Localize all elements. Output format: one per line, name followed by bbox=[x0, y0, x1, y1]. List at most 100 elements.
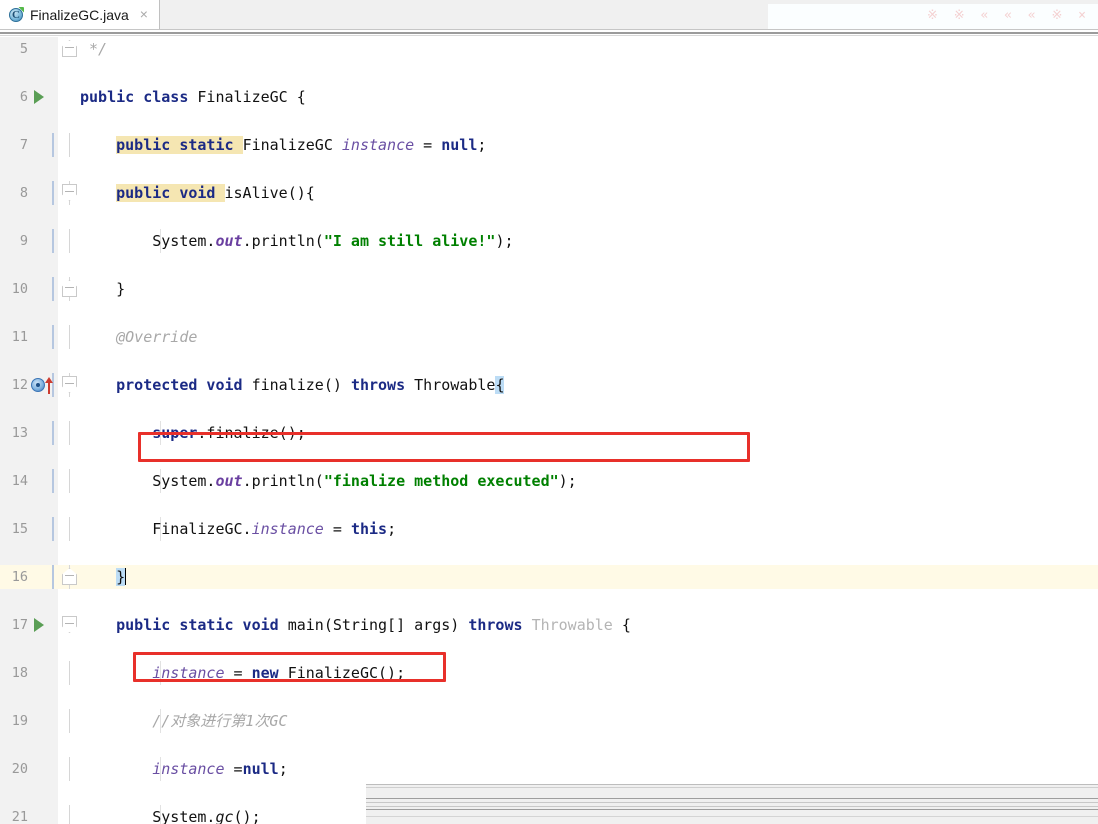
code-token: public void bbox=[116, 184, 225, 202]
fold-marker-down-icon[interactable] bbox=[62, 376, 79, 394]
method-scope-bar bbox=[52, 565, 54, 589]
code-token: FinalizeGC { bbox=[197, 88, 306, 106]
code-text[interactable]: public static void main(String[] args) t… bbox=[80, 613, 631, 637]
code-line-19[interactable]: 19 //对象进行第1次GC bbox=[0, 709, 1098, 733]
code-line-6[interactable]: 6 public class FinalizeGC { bbox=[0, 85, 1098, 109]
code-token: { bbox=[495, 376, 505, 394]
code-token: } bbox=[80, 280, 126, 298]
java-class-file-icon: C bbox=[8, 6, 24, 23]
code-line-17[interactable]: 17 public static void main(String[] args… bbox=[0, 613, 1098, 637]
scrollbar-thumb[interactable] bbox=[366, 798, 1098, 810]
code-text[interactable]: instance = new FinalizeGC(); bbox=[80, 661, 405, 685]
code-line-10[interactable]: 10 } bbox=[0, 277, 1098, 301]
code-text[interactable]: //对象进行第1次GC bbox=[80, 709, 287, 733]
code-token: System. bbox=[80, 232, 216, 250]
line-number: 21 bbox=[11, 809, 28, 824]
run-marker-icon[interactable] bbox=[33, 90, 47, 104]
method-scope-bar bbox=[52, 469, 54, 493]
code-line-5[interactable]: 5 */ bbox=[0, 37, 1098, 61]
fold-marker-down-icon[interactable] bbox=[62, 616, 79, 634]
method-scope-bar bbox=[52, 133, 54, 157]
code-token: = bbox=[414, 136, 442, 154]
line-number: 9 bbox=[19, 233, 28, 249]
code-text[interactable]: public void isAlive(){ bbox=[80, 181, 315, 205]
code-token: FinalizeGC bbox=[242, 136, 342, 154]
code-line-15[interactable]: 15 FinalizeGC.instance = this; bbox=[0, 517, 1098, 541]
code-token: System. bbox=[80, 808, 216, 824]
code-text[interactable]: FinalizeGC.instance = this; bbox=[80, 517, 396, 541]
code-line-20[interactable]: 20 instance =null; bbox=[0, 757, 1098, 781]
code-text[interactable]: instance =null; bbox=[80, 757, 287, 781]
code-token: "finalize method executed" bbox=[323, 472, 559, 490]
line-number: 10 bbox=[11, 281, 28, 297]
code-text[interactable]: System.out.println("finalize method exec… bbox=[80, 469, 576, 493]
code-line-9[interactable]: 9 System.out.println("I am still alive!"… bbox=[0, 229, 1098, 253]
horizontal-scrollbar[interactable] bbox=[366, 784, 1098, 824]
code-token: public class bbox=[80, 88, 198, 106]
text-caret bbox=[125, 568, 127, 585]
code-token: */ bbox=[89, 40, 108, 58]
code-token: instance bbox=[251, 520, 324, 538]
line-number: 11 bbox=[11, 329, 28, 345]
line-number: 14 bbox=[11, 473, 28, 489]
override-method-icon[interactable] bbox=[31, 377, 53, 394]
code-text[interactable]: System.out.println("I am still alive!"); bbox=[80, 229, 514, 253]
fold-marker-up-icon[interactable] bbox=[62, 568, 79, 586]
code-token: .println( bbox=[242, 472, 324, 490]
code-text[interactable]: */ bbox=[80, 37, 107, 61]
code-text[interactable]: protected void finalize() throws Throwab… bbox=[80, 373, 505, 397]
code-text[interactable]: System.gc(); bbox=[80, 805, 260, 824]
code-token: public static bbox=[116, 136, 243, 154]
ide-editor-window: ※ ※ « « « ※ × C FinalizeGC.java × 5 */ 6 p… bbox=[0, 0, 1098, 824]
run-marker-icon[interactable] bbox=[33, 618, 47, 632]
code-token: instance bbox=[341, 136, 415, 154]
editor-overview-strip[interactable]: ※ ※ « « « ※ × bbox=[768, 4, 1098, 30]
fold-connector-line bbox=[69, 469, 70, 493]
code-line-12[interactable]: 12 protected void finalize() throws Thro… bbox=[0, 373, 1098, 397]
code-token: null bbox=[242, 760, 279, 778]
code-line-8[interactable]: 8 public void isAlive(){ bbox=[0, 181, 1098, 205]
code-text[interactable]: @Override bbox=[80, 325, 197, 349]
code-token: Throwable bbox=[414, 376, 496, 394]
fold-marker-down-icon[interactable] bbox=[62, 184, 79, 202]
code-token: ; bbox=[387, 520, 397, 538]
code-text[interactable]: super.finalize(); bbox=[80, 421, 306, 445]
code-token: = bbox=[323, 520, 351, 538]
code-line-16[interactable]: 16 } bbox=[0, 565, 1098, 589]
overview-ghost-markers: ※ ※ « « « ※ × bbox=[927, 8, 1090, 23]
code-token: throws bbox=[468, 616, 532, 634]
code-line-11[interactable]: 11 @Override bbox=[0, 325, 1098, 349]
code-line-14[interactable]: 14 System.out.println("finalize method e… bbox=[0, 469, 1098, 493]
code-text[interactable]: public class FinalizeGC { bbox=[80, 85, 306, 109]
code-text[interactable]: } bbox=[80, 565, 127, 589]
code-line-7[interactable]: 7 public static FinalizeGC instance = nu… bbox=[0, 133, 1098, 157]
fold-connector-line bbox=[69, 421, 70, 445]
fold-connector-line bbox=[69, 517, 70, 541]
close-icon[interactable]: × bbox=[137, 7, 151, 22]
code-token: instance bbox=[152, 664, 225, 682]
code-text[interactable]: } bbox=[80, 277, 125, 301]
fold-marker-up-icon[interactable] bbox=[62, 280, 79, 298]
tabbar-divider-3 bbox=[0, 35, 1098, 36]
editor-tab-finalizegc[interactable]: C FinalizeGC.java × bbox=[0, 0, 160, 30]
code-token: = bbox=[224, 664, 252, 682]
method-scope-bar bbox=[52, 229, 54, 253]
scrollbar-track-line-top bbox=[366, 784, 1098, 785]
code-text[interactable]: public static FinalizeGC instance = null… bbox=[80, 133, 486, 157]
code-line-18[interactable]: 18 instance = new FinalizeGC(); bbox=[0, 661, 1098, 685]
code-token: FinalizeGC. bbox=[80, 520, 252, 538]
code-line-13[interactable]: 13 super.finalize(); bbox=[0, 421, 1098, 445]
code-editor[interactable]: 5 */ 6 public class FinalizeGC { 7 public s… bbox=[0, 37, 1098, 824]
fold-connector-line bbox=[69, 757, 70, 781]
code-token: ); bbox=[495, 232, 514, 250]
code-token: finalize() bbox=[251, 376, 351, 394]
fold-connector-line bbox=[69, 805, 70, 824]
fold-marker-up-icon[interactable] bbox=[62, 40, 79, 58]
fold-connector-line bbox=[69, 133, 70, 157]
